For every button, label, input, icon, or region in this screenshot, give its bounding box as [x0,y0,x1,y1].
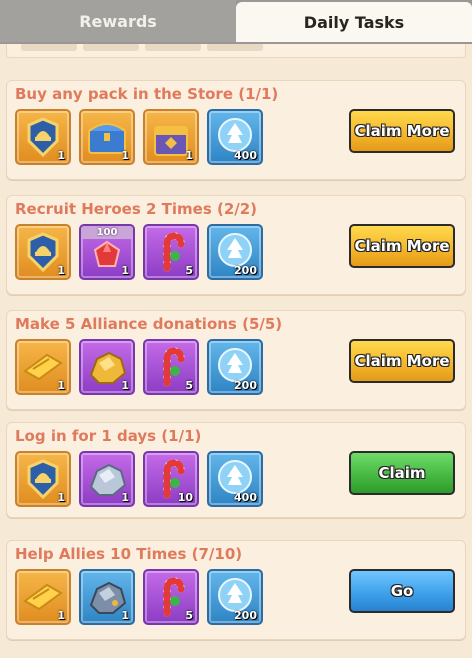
task-list[interactable]: Buy any pack in the Store (1/1) 1 1 1 40… [0,44,472,658]
tab-bar: Rewards Daily Tasks [0,0,472,44]
silver-ore-icon[interactable]: 1 [79,451,135,507]
hero-badge-icon[interactable]: 1 [15,451,71,507]
item-quantity: 5 [185,379,193,392]
item-quantity: 1 [185,149,193,162]
item-quantity: 200 [234,379,257,392]
item-quantity: 10 [177,491,193,504]
crystal-shard-icon[interactable]: 400 [207,109,263,165]
item-quantity: 1 [57,264,65,277]
item-quantity: 1 [121,491,129,504]
gold-ticket-icon[interactable]: 1 [15,569,71,625]
candy-cane-icon[interactable]: 5 [143,569,199,625]
task-title: Buy any pack in the Store (1/1) [15,85,279,103]
item-quantity: 200 [234,264,257,277]
item-quantity: 1 [121,379,129,392]
crystal-shard-icon[interactable]: 400 [207,451,263,507]
tab-daily-tasks[interactable]: Daily Tasks [236,2,472,42]
item-quantity: 1 [121,609,129,622]
hero-badge-icon[interactable]: 1 [15,109,71,165]
item-quantity: 5 [185,609,193,622]
item-quantity: 1 [121,264,129,277]
previous-task-card [6,44,466,58]
item-quantity: 5 [185,264,193,277]
hero-badge-icon[interactable]: 1 [15,224,71,280]
candy-cane-icon[interactable]: 10 [143,451,199,507]
crystal-shard-icon[interactable]: 200 [207,224,263,280]
item-quantity: 1 [57,491,65,504]
task-title: Make 5 Alliance donations (5/5) [15,315,283,333]
candy-cane-icon[interactable]: 5 [143,224,199,280]
task-card: Recruit Heroes 2 Times (2/2) 1 100 1 5 2… [6,195,466,295]
item-quantity: 1 [57,609,65,622]
item-slot-edge [21,44,77,51]
task-card: Log in for 1 days (1/1) 1 1 10 400 Claim [6,422,466,518]
crystal-shard-icon[interactable]: 200 [207,569,263,625]
crystal-shard-icon[interactable]: 200 [207,339,263,395]
gold-ore-icon[interactable]: 1 [79,339,135,395]
item-quantity: 1 [57,379,65,392]
blue-chest-icon[interactable]: 1 [79,109,135,165]
task-title: Log in for 1 days (1/1) [15,427,202,445]
go-button[interactable]: Go [349,569,455,613]
item-quantity: 1 [121,149,129,162]
claim-more-button[interactable]: Claim More [349,109,455,153]
task-card: Make 5 Alliance donations (5/5) 1 1 5 20… [6,310,466,410]
item-slot-edge [83,44,139,51]
item-quantity: 400 [234,149,257,162]
item-slot-edge [207,44,263,51]
claim-button[interactable]: Claim [349,451,455,495]
claim-more-button[interactable]: Claim More [349,339,455,383]
item-quantity: 400 [234,491,257,504]
ruby-gem-icon[interactable]: 100 1 [79,224,135,280]
candy-cane-icon[interactable]: 5 [143,339,199,395]
task-title: Recruit Heroes 2 Times (2/2) [15,200,258,218]
claim-more-button[interactable]: Claim More [349,224,455,268]
tab-rewards[interactable]: Rewards [0,0,236,42]
gold-ticket-icon[interactable]: 1 [15,339,71,395]
item-quantity: 200 [234,609,257,622]
gold-chest-icon[interactable]: 1 [143,109,199,165]
task-title: Help Allies 10 Times (7/10) [15,545,243,563]
iron-ore-icon[interactable]: 1 [79,569,135,625]
item-quantity: 1 [57,149,65,162]
task-card: Help Allies 10 Times (7/10) 1 1 5 200 Go [6,540,466,640]
task-card: Buy any pack in the Store (1/1) 1 1 1 40… [6,80,466,180]
item-slot-edge [145,44,201,51]
